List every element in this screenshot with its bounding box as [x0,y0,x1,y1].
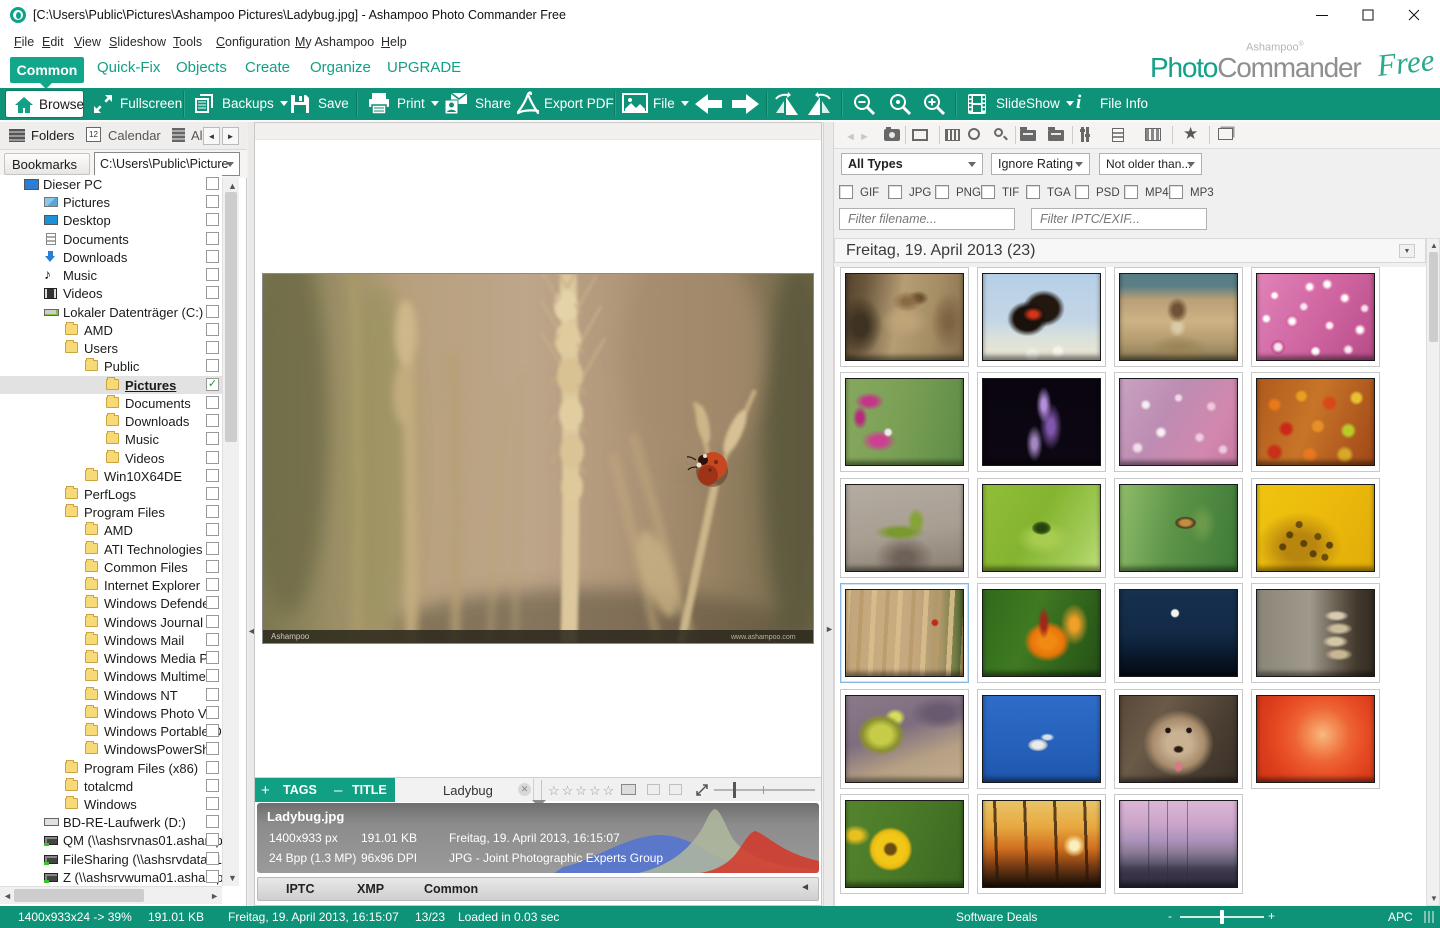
svg-text:www.ashampoo.com: www.ashampoo.com [730,634,796,641]
svg-text:Ashampoo: Ashampoo [271,632,310,641]
